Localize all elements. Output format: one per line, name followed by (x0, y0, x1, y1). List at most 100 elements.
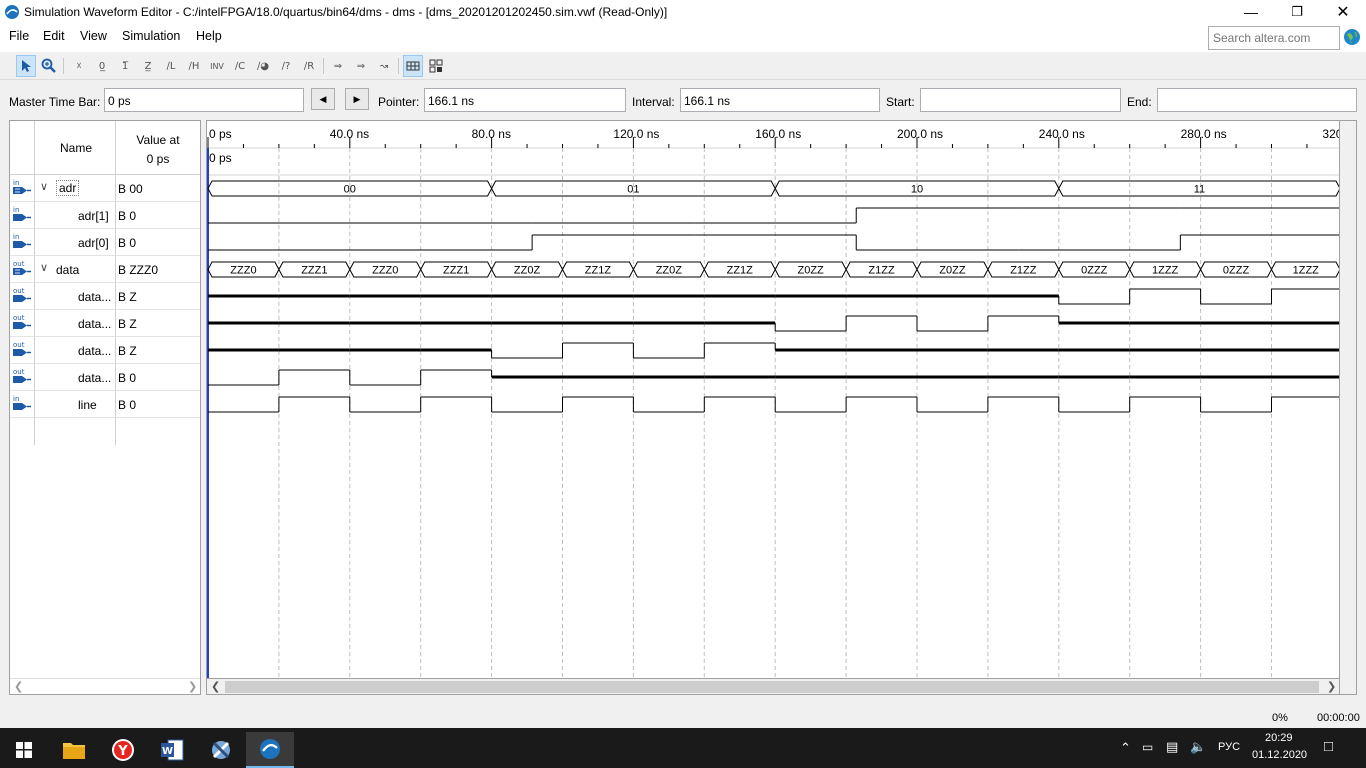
signal-row[interactable]: out data... B Z (10, 283, 200, 310)
run-functional-simulation-button[interactable]: ⇒ (328, 55, 348, 77)
name-column-header[interactable]: Name (60, 141, 92, 155)
taskbar-simulation-waveform-editor[interactable] (246, 732, 294, 768)
svg-text:in: in (13, 395, 19, 403)
random-icon: ∕? (281, 60, 291, 72)
end-field[interactable] (1157, 88, 1357, 112)
signal-name: data... (78, 371, 112, 385)
start-button[interactable] (0, 732, 48, 768)
signal-row[interactable]: out data... B 0 (10, 364, 200, 391)
snap-grid-icon (406, 61, 420, 71)
waveform-canvas[interactable]: 0 ps 40.0 ns 80.0 ns 120.0 ns 160.0 ns 200.0 … (207, 121, 1340, 695)
bus-value-label: Z1ZZ (1010, 265, 1037, 277)
value-header-line2: 0 ps (146, 152, 170, 166)
signal-name: adr[1] (78, 209, 109, 223)
zoom-tool-button[interactable] (39, 55, 59, 77)
restore-button[interactable]: ❐ (1274, 0, 1320, 24)
arbitrary-value-button[interactable]: ∕R (299, 55, 319, 77)
generate-netlist-button[interactable]: ↝ (374, 55, 394, 77)
chevron-down-icon[interactable]: ∨ (40, 261, 48, 274)
taskbar-yandex-browser[interactable]: Y (99, 732, 147, 768)
scroll-left-icon[interactable]: ❮ (211, 680, 220, 693)
menu-bar: File Edit View Simulation Help (0, 24, 1366, 52)
toolbar-separator (323, 58, 324, 74)
battery-icon[interactable]: ▭ (1142, 740, 1153, 754)
notification-icon[interactable]: □ (1324, 738, 1333, 755)
signal-row[interactable]: in line B 0 (10, 391, 200, 418)
menu-edit[interactable]: Edit (43, 29, 65, 43)
tray-chevron-up-icon[interactable]: ⌃ (1120, 740, 1131, 756)
time-bar: Master Time Bar: 0 ps ◀ ▶ Pointer: 166.1… (0, 86, 1366, 116)
signal-row[interactable]: in adr[1] B 0 (10, 202, 200, 229)
output-pin-icon: out (13, 368, 31, 383)
globe-icon[interactable] (1343, 28, 1361, 46)
clock-icon: ∕◕ (256, 60, 270, 72)
scrollbar-thumb[interactable] (225, 681, 1319, 693)
signal-row[interactable]: in ∨ adr B 00 (10, 175, 200, 202)
netlist-icon: ↝ (379, 60, 389, 72)
signal-row[interactable]: out data... B Z (10, 310, 200, 337)
taskbar-quartus[interactable] (197, 732, 245, 768)
signal-row[interactable]: in adr[0] B 0 (10, 229, 200, 256)
volume-icon[interactable]: 🔈 (1190, 739, 1206, 755)
close-button[interactable]: ✕ (1320, 0, 1366, 24)
taskbar-word[interactable]: W (148, 732, 196, 768)
search-input[interactable] (1208, 26, 1340, 50)
snap-to-grid-button[interactable] (403, 55, 423, 77)
scroll-right-icon[interactable]: ❯ (188, 680, 197, 693)
weak-low-button[interactable]: ∕L (161, 55, 181, 77)
names-horizontal-scrollbar[interactable]: ❮ ❯ (10, 678, 200, 694)
invert-button[interactable]: INV (207, 55, 227, 77)
bus-value-label: Z0ZZ (939, 265, 966, 277)
forcing-low-button[interactable]: 0̲ (92, 55, 112, 77)
start-field[interactable] (920, 88, 1121, 112)
minimize-button[interactable]: — (1228, 0, 1274, 24)
zoom-icon (41, 58, 56, 73)
invert-icon: INV (210, 61, 224, 71)
chevron-down-icon[interactable]: ∨ (40, 180, 48, 193)
input-bus-icon: in (13, 179, 31, 194)
menu-view[interactable]: View (80, 29, 107, 43)
signal-row[interactable]: out ∨ data B ZZZ0 (10, 256, 200, 283)
scroll-left-icon[interactable]: ❮ (14, 680, 23, 693)
waveform-vertical-scrollbar[interactable] (1340, 120, 1357, 695)
scroll-right-icon[interactable]: ❯ (1327, 680, 1336, 693)
menu-simulation[interactable]: Simulation (122, 29, 180, 43)
menu-file[interactable]: File (9, 29, 29, 43)
next-transition-button[interactable]: ▶ (345, 88, 369, 110)
waveform-horizontal-scrollbar[interactable]: ❮ ❯ (206, 678, 1340, 695)
interval-field[interactable]: 166.1 ns (680, 88, 880, 112)
overwrite-clock-button[interactable]: ∕◕ (253, 55, 273, 77)
elapsed-time: 00:00:00 (1317, 712, 1360, 724)
network-icon[interactable]: ▤ (1166, 739, 1178, 755)
forcing-high-button[interactable]: 1̅ (115, 55, 135, 77)
weak-high-button[interactable]: ∕H (184, 55, 204, 77)
clock-date[interactable]: 01.12.2020 (1252, 749, 1307, 761)
signal-row[interactable]: out data... B Z (10, 337, 200, 364)
input-pin-icon: in (13, 206, 31, 221)
waveform-panel[interactable]: 0 ps 40.0 ns 80.0 ns 120.0 ns 160.0 ns 200.0 … (206, 120, 1340, 695)
clock-time[interactable]: 20:29 (1265, 732, 1293, 744)
value-header-line1: Value at (136, 133, 180, 147)
output-pin-icon: out (13, 341, 31, 356)
forcing-unknown-button[interactable]: ☓ (69, 55, 89, 77)
bus-grouping-button[interactable] (426, 55, 446, 77)
pointer-field[interactable]: 166.1 ns (424, 88, 626, 112)
master-time-bar-label: Master Time Bar: (9, 95, 101, 109)
pointer-tool-button[interactable] (16, 55, 36, 77)
arbitrary-value-icon: ∕R (303, 60, 315, 72)
bus-value-label: 1ZZZ (1293, 265, 1320, 277)
master-time-bar-field[interactable]: 0 ps (104, 88, 304, 112)
menu-help[interactable]: Help (196, 29, 222, 43)
value-column-header[interactable]: Value at 0 ps (120, 131, 196, 169)
yandex-browser-icon: Y (112, 739, 134, 761)
run-timing-simulation-button[interactable]: ⇒ (351, 55, 371, 77)
previous-transition-button[interactable]: ◀ (311, 88, 335, 110)
random-values-button[interactable]: ∕? (276, 55, 296, 77)
count-value-button[interactable]: ∕C (230, 55, 250, 77)
waveform-toolbar: ☓ 0̲ 1̅ Z̲ ∕L ∕H INV ∕C ∕◕ ∕? ∕R ⇒ ⇒ ↝ (0, 52, 1366, 80)
svg-text:in: in (13, 233, 19, 241)
input-language[interactable]: РУС (1218, 741, 1240, 753)
high-impedance-button[interactable]: Z̲ (138, 55, 158, 77)
time-label: 160.0 ns (755, 127, 801, 141)
taskbar-file-explorer[interactable] (50, 732, 98, 768)
